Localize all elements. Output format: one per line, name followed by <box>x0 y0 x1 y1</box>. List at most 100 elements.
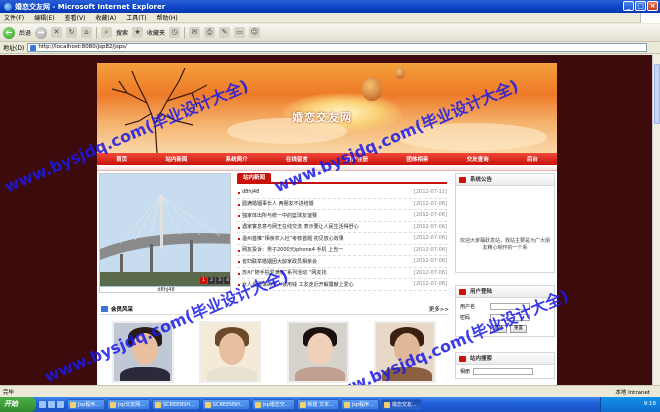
news-item-title[interactable]: 苏州“随手拍爱满家”系列活动 “网友找 <box>242 269 326 276</box>
nav-search[interactable]: 交友查询 <box>467 155 489 163</box>
search-icon[interactable]: ⌕ <box>101 27 113 38</box>
forward-arrow-icon[interactable]: → <box>35 26 48 39</box>
username-label: 用户名 <box>460 304 476 310</box>
news-item[interactable]: 圆满婚姻事长人 两朋友不进结婚 [2012-07-06] <box>237 199 447 210</box>
news-item-title[interactable]: 网友投诉：男子2000元iphone4 手机 上当一 <box>242 246 343 253</box>
pager-3[interactable]: 3 <box>216 277 223 284</box>
login-box: 用户登陆 用户名 密码 登陆 重置 <box>455 285 555 337</box>
password-input[interactable] <box>490 314 530 321</box>
news-item[interactable]: 独家体出所与统一中的篮球友谊赛 [2012-07-06] <box>237 210 447 222</box>
nav-admin[interactable]: 后台 <box>527 155 538 163</box>
favorites-button-label[interactable]: 收藏夹 <box>147 28 165 37</box>
news-item-title[interactable]: 独家体出所与统一中的篮球友谊赛 <box>242 212 317 219</box>
messenger-icon[interactable]: ☺ <box>249 27 261 38</box>
news-item[interactable]: 女人会跟谁的男人会用钱 工友走近开解露献上爱心 [2012-07-06] <box>237 279 447 291</box>
login-button[interactable]: 登陆 <box>490 325 507 333</box>
taskbar-item[interactable]: jsp交友网... <box>107 399 150 410</box>
address-input[interactable]: http://localhost:8080/jsp82/jsps/ <box>27 43 648 52</box>
scrollbar-thumb[interactable] <box>654 64 660 124</box>
news-item-title[interactable]: 温州首推“相亲农入社”考核首题 初见放心效果 <box>242 235 344 242</box>
news-item[interactable]: 网友投诉：男子2000元iphone4 手机 上当一 [2012-07-06] <box>237 245 447 256</box>
pager-1[interactable]: 1 <box>200 277 207 284</box>
member-body <box>294 367 345 381</box>
member-photo[interactable] <box>199 321 262 383</box>
nav-group-dating[interactable]: 团体相亲 <box>406 155 428 163</box>
refresh-icon[interactable]: ↻ <box>66 27 78 38</box>
taskbar-item[interactable]: jsp婚恋交... <box>251 399 295 410</box>
taskbar-item[interactable]: Jsp程序... <box>67 399 106 410</box>
member-face <box>306 333 333 365</box>
news-item-title[interactable]: d8hj48 <box>242 189 259 195</box>
main-nav: 首页 站内新闻 系统简介 在线留言 用户注册 团体相亲 交友查询 后台 <box>97 153 557 165</box>
back-arrow-icon[interactable]: ← <box>3 26 15 39</box>
search-label: 相册 <box>460 369 471 375</box>
vertical-scrollbar[interactable] <box>652 55 660 385</box>
menu-help[interactable]: 帮助(H) <box>157 13 178 22</box>
reset-button[interactable]: 重置 <box>510 325 527 333</box>
menu-tools[interactable]: 工具(T) <box>126 13 146 22</box>
site-title: 婚恋交友网 <box>292 111 352 124</box>
nav-register[interactable]: 用户注册 <box>346 155 368 163</box>
username-input[interactable] <box>490 303 530 310</box>
news-section: 站内新闻 d8hj48 [2012-07-11] 圆满婚姻事长人 两朋友不进结婚 [… <box>237 173 447 299</box>
system-tray-clock[interactable]: 9:18 <box>600 397 660 412</box>
members-more-link[interactable]: 更多>> <box>429 305 449 313</box>
maximize-button[interactable]: □ <box>635 1 646 11</box>
taskbar-item[interactable]: SCREENSH... <box>151 399 200 410</box>
nav-about[interactable]: 系统简介 <box>226 155 248 163</box>
member-body <box>207 367 258 381</box>
pager-4[interactable]: 4 <box>224 277 230 284</box>
taskbar-item[interactable]: jsp程序... <box>340 399 379 410</box>
news-item-title[interactable]: 圆满婚姻事长人 两朋友不进结婚 <box>242 200 314 207</box>
quick-launch-icon[interactable] <box>48 401 55 408</box>
close-button[interactable]: × <box>647 1 658 11</box>
taskbar-item[interactable]: 新建 文本... <box>296 399 339 410</box>
member-photo[interactable] <box>286 321 349 383</box>
hot-air-balloon-icon <box>395 67 405 79</box>
news-item[interactable]: 遇家宴息意与网王在线交流 表示要让人民生活得舒心 [2012-07-06] <box>237 222 447 233</box>
folder-icon[interactable]: ▭ <box>234 27 246 38</box>
window-title: 婚恋交友网 - Microsoft Internet Explorer <box>15 2 166 11</box>
news-item[interactable]: d8hj48 [2012-07-11] <box>237 187 447 199</box>
nav-guestbook[interactable]: 在线留言 <box>286 155 308 163</box>
mail-icon[interactable]: ✉ <box>189 27 201 38</box>
member-face <box>131 333 158 365</box>
taskbar-item[interactable]: SCREENSH... <box>201 399 250 410</box>
news-item[interactable]: 苏州“随手拍爱满家”系列活动 “网友找 [2012-07-06] <box>237 268 447 279</box>
menu-favorites[interactable]: 收藏(A) <box>95 13 116 22</box>
news-item-title[interactable]: 遇家宴息意与网王在线交流 表示要让人民生活得舒心 <box>242 223 359 230</box>
quick-launch-icon[interactable] <box>57 401 64 408</box>
minimize-button[interactable]: _ <box>623 1 634 11</box>
news-item[interactable]: 省妇联举婚姻团大龄家政员相亲会 [2012-07-06] <box>237 256 447 268</box>
search-button-label[interactable]: 搜索 <box>116 28 128 37</box>
news-item-title[interactable]: 女人会跟谁的男人会用钱 工友走近开解露献上爱心 <box>242 281 354 288</box>
cloud <box>397 123 547 151</box>
search-title: 站内搜索 <box>456 353 554 365</box>
home-icon[interactable]: ⌂ <box>81 27 93 38</box>
pager-2[interactable]: 2 <box>208 277 215 284</box>
menu-file[interactable]: 文件(F) <box>4 13 24 22</box>
taskbar-item[interactable]: 婚恋交友... <box>380 399 422 410</box>
menu-edit[interactable]: 编辑(E) <box>34 13 54 22</box>
notice-box: 系统公告 欢迎大家踊跃发站，我站主要是为广大朋友精心制作的一个系 <box>455 173 555 273</box>
edit-icon[interactable]: ✎ <box>219 27 231 38</box>
nav-home[interactable]: 首页 <box>116 155 127 163</box>
site-search-input[interactable] <box>473 368 534 375</box>
print-icon[interactable]: ⎙ <box>204 27 216 38</box>
photo-caption: d8hj48 <box>100 287 230 292</box>
news-item[interactable]: 温州首推“相亲农入社”考核首题 初见放心效果 [2012-07-06] <box>237 233 447 245</box>
member-body <box>119 367 170 381</box>
member-photo[interactable] <box>111 321 174 383</box>
history-icon[interactable]: ◷ <box>169 27 181 38</box>
hot-air-balloon-icon <box>362 77 382 101</box>
stop-icon[interactable]: ✕ <box>51 27 63 38</box>
photo-slideshow[interactable]: 1 2 3 4 d8hj48 <box>99 173 231 293</box>
news-item-title[interactable]: 省妇联举婚姻团大龄家政员相亲会 <box>242 258 317 265</box>
menu-view[interactable]: 查看(V) <box>65 13 86 22</box>
nav-news[interactable]: 站内新闻 <box>165 155 187 163</box>
member-photo[interactable] <box>374 321 437 383</box>
favorites-star-icon[interactable]: ★ <box>132 27 144 38</box>
back-button-label[interactable]: 后退 <box>19 28 31 37</box>
start-button[interactable]: 开始 <box>0 397 36 412</box>
quick-launch-icon[interactable] <box>39 401 46 408</box>
